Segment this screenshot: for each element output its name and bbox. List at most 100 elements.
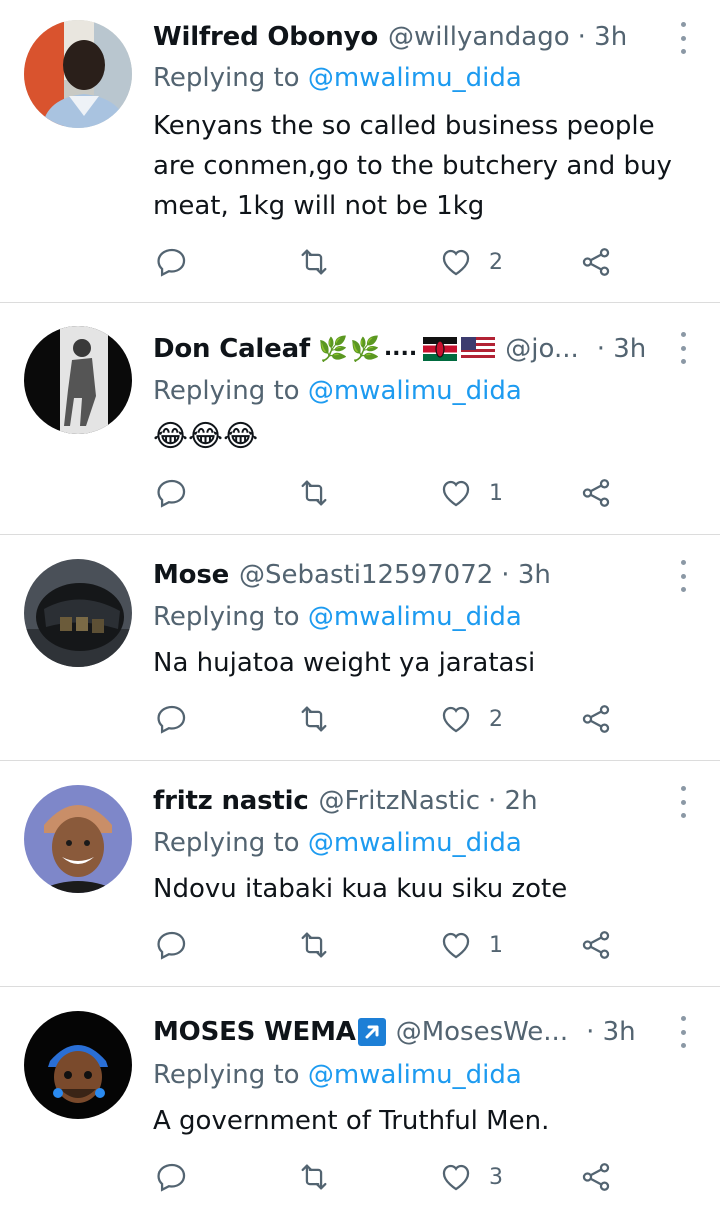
name-suffix: .... bbox=[383, 336, 418, 361]
heart-icon bbox=[442, 249, 470, 276]
share-button[interactable] bbox=[579, 1157, 613, 1197]
display-name[interactable]: Mose bbox=[153, 557, 229, 593]
tweet-actions: 3 bbox=[153, 1157, 623, 1197]
display-name[interactable]: Wilfred Obonyo bbox=[153, 19, 378, 55]
share-button[interactable] bbox=[579, 699, 613, 739]
user-handle[interactable]: @Sebasti12597072 bbox=[239, 557, 493, 593]
tweet-actions: 2 bbox=[153, 242, 623, 282]
share-icon bbox=[582, 931, 610, 959]
tweet-reply[interactable]: fritz nastic @FritzNastic · 2h Replying … bbox=[0, 761, 720, 987]
herb-emoji: 🌿 bbox=[318, 335, 348, 363]
heart-icon bbox=[442, 932, 470, 959]
timestamp[interactable]: · 3h bbox=[501, 557, 551, 593]
retweet-button[interactable] bbox=[297, 925, 331, 965]
share-button[interactable] bbox=[579, 242, 613, 282]
user-handle[interactable]: @MosesWe... bbox=[396, 1014, 568, 1050]
replying-to-line: Replying to @mwalimu_dida bbox=[153, 825, 522, 861]
timestamp[interactable]: · 2h bbox=[488, 783, 538, 819]
tweet-text: A government of Truthful Men. bbox=[153, 1106, 550, 1136]
more-options-icon[interactable] bbox=[676, 560, 690, 592]
like-button[interactable]: 3 bbox=[439, 1157, 503, 1197]
replying-to-label: Replying to bbox=[153, 602, 308, 632]
like-count: 2 bbox=[489, 706, 503, 732]
mention-link[interactable]: @mwalimu_dida bbox=[308, 63, 522, 93]
name-emoji-decorations: 🌿 🌿 .... bbox=[318, 331, 496, 367]
avatar[interactable] bbox=[24, 1011, 132, 1119]
retweet-button[interactable] bbox=[297, 1157, 331, 1197]
avatar[interactable] bbox=[24, 326, 132, 434]
mention-link[interactable]: @mwalimu_dida bbox=[308, 1060, 522, 1090]
reply-icon bbox=[157, 931, 186, 960]
like-button[interactable]: 1 bbox=[439, 925, 503, 965]
share-icon bbox=[582, 479, 610, 507]
replying-to-line: Replying to @mwalimu_dida bbox=[153, 373, 522, 409]
more-options-icon[interactable] bbox=[676, 22, 690, 54]
replying-to-label: Replying to bbox=[153, 828, 308, 858]
share-button[interactable] bbox=[579, 473, 613, 513]
more-options-icon[interactable] bbox=[676, 1016, 690, 1048]
tweet-text: Ndovu itabaki kua kuu siku zote bbox=[153, 874, 568, 904]
like-count: 3 bbox=[489, 1164, 503, 1190]
timestamp[interactable]: · 3h bbox=[586, 1014, 636, 1050]
reply-button[interactable] bbox=[155, 699, 189, 739]
heart-icon bbox=[442, 1164, 470, 1191]
tweet-reply[interactable]: Mose @Sebasti12597072 · 3h Replying to @… bbox=[0, 535, 720, 761]
replying-to-line: Replying to @mwalimu_dida bbox=[153, 599, 522, 635]
kenya-flag-icon bbox=[423, 337, 458, 361]
like-count: 2 bbox=[489, 249, 503, 275]
retweet-icon bbox=[301, 249, 327, 275]
share-icon bbox=[582, 1163, 610, 1191]
retweet-button[interactable] bbox=[297, 699, 331, 739]
share-button[interactable] bbox=[579, 925, 613, 965]
tweet-header: Don Caleaf 🌿 🌿 .... @jo... · 3h bbox=[153, 331, 654, 367]
tweet-text: 😂😂😂 bbox=[153, 419, 259, 454]
replying-to-label: Replying to bbox=[153, 376, 308, 406]
tweet-actions: 2 bbox=[153, 699, 623, 739]
mention-link[interactable]: @mwalimu_dida bbox=[308, 602, 522, 632]
more-options-icon[interactable] bbox=[676, 786, 690, 818]
timestamp[interactable]: · 3h bbox=[597, 331, 647, 367]
more-options-icon[interactable] bbox=[676, 332, 690, 364]
timestamp[interactable]: · 3h bbox=[578, 19, 628, 55]
retweet-icon bbox=[301, 706, 327, 732]
mention-link[interactable]: @mwalimu_dida bbox=[308, 828, 522, 858]
reply-button[interactable] bbox=[155, 242, 189, 282]
reply-icon bbox=[157, 479, 186, 508]
user-handle[interactable]: @jo... bbox=[505, 331, 578, 367]
tweet-text: Na hujatoa weight ya jaratasi bbox=[153, 648, 536, 678]
avatar[interactable] bbox=[24, 559, 132, 667]
display-name[interactable]: Don Caleaf bbox=[153, 331, 310, 367]
display-name[interactable]: MOSES WEMA bbox=[153, 1014, 356, 1050]
retweet-icon bbox=[301, 1164, 327, 1190]
display-name[interactable]: fritz nastic bbox=[153, 783, 309, 819]
user-handle[interactable]: @willyandago bbox=[388, 19, 570, 55]
reply-icon bbox=[157, 248, 186, 277]
usa-flag-icon bbox=[461, 337, 496, 361]
reply-button[interactable] bbox=[155, 1157, 189, 1197]
share-icon bbox=[582, 248, 610, 276]
replying-to-line: Replying to @mwalimu_dida bbox=[153, 1057, 522, 1093]
like-count: 1 bbox=[489, 480, 503, 506]
tweet-reply[interactable]: MOSES WEMA @MosesWe... · 3h Replying to … bbox=[0, 987, 720, 1219]
avatar[interactable] bbox=[24, 785, 132, 893]
avatar[interactable] bbox=[24, 20, 132, 128]
heart-icon bbox=[442, 480, 470, 507]
reply-button[interactable] bbox=[155, 473, 189, 513]
mention-link[interactable]: @mwalimu_dida bbox=[308, 376, 522, 406]
replying-to-label: Replying to bbox=[153, 1060, 308, 1090]
like-button[interactable]: 2 bbox=[439, 699, 503, 739]
tweet-header: Wilfred Obonyo @willyandago · 3h bbox=[153, 19, 654, 55]
retweet-button[interactable] bbox=[297, 242, 331, 282]
tweet-reply[interactable]: Wilfred Obonyo @willyandago · 3h Replyin… bbox=[0, 0, 720, 303]
tweet-header: MOSES WEMA @MosesWe... · 3h bbox=[153, 1014, 654, 1050]
user-handle[interactable]: @FritzNastic bbox=[319, 783, 480, 819]
tweet-reply[interactable]: Don Caleaf 🌿 🌿 .... @jo... · 3h Replying… bbox=[0, 303, 720, 535]
retweet-button[interactable] bbox=[297, 473, 331, 513]
tweet-header: Mose @Sebasti12597072 · 3h bbox=[153, 557, 654, 593]
tweet-actions: 1 bbox=[153, 473, 623, 513]
like-button[interactable]: 1 bbox=[439, 473, 503, 513]
reply-button[interactable] bbox=[155, 925, 189, 965]
retweet-icon bbox=[301, 932, 327, 958]
like-button[interactable]: 2 bbox=[439, 242, 503, 282]
replying-to-line: Replying to @mwalimu_dida bbox=[153, 60, 522, 96]
